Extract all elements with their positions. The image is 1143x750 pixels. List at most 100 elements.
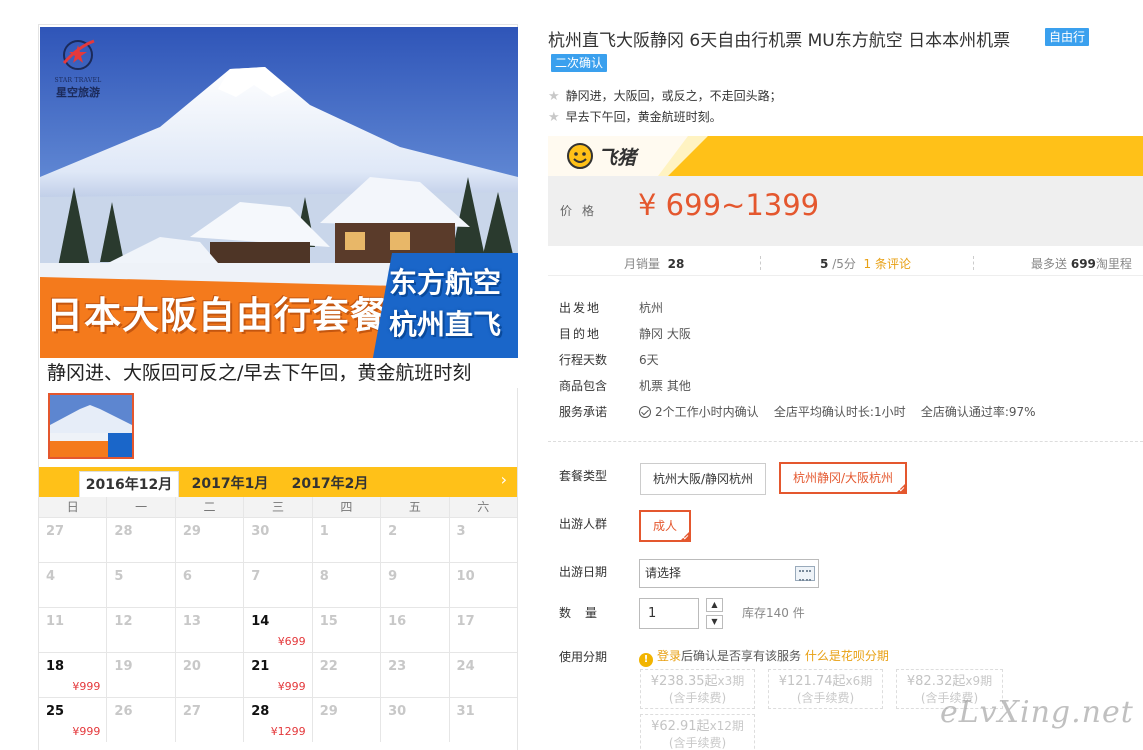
service-item: 2个工作小时内确认 <box>655 405 759 419</box>
info-value: 6天 <box>639 353 659 367</box>
installment-plan-6[interactable]: ¥121.74起x6期 (含手续费) <box>768 669 883 709</box>
calendar-day-number: 23 <box>388 659 407 674</box>
calendar-day-available[interactable]: 14 ¥699 <box>244 608 313 652</box>
calendar-week-row: 18 ¥999 19 20 21 ¥999 22 23 24 <box>39 652 517 697</box>
thumbnail-image[interactable] <box>48 393 134 459</box>
brand-name-en: STAR TRAVEL <box>54 77 102 84</box>
check-circle-icon <box>639 406 651 418</box>
platform-name: 飞猪 <box>598 146 637 169</box>
calendar-month-tabs: 2016年12月 2017年1月 2017年2月 › <box>39 467 517 497</box>
calendar-day-number: 26 <box>114 704 133 719</box>
decrement-down-icon[interactable]: ▼ <box>706 615 723 629</box>
calendar-day-available[interactable]: 28 ¥1299 <box>244 698 313 742</box>
brand-logo-block: STAR TRAVEL 星空旅游 <box>48 35 108 100</box>
calendar-day-number: 11 <box>46 614 65 629</box>
calendar-day-price: ¥699 <box>277 635 306 648</box>
calendar-day-available[interactable]: 18 ¥999 <box>39 653 108 697</box>
calendar-day: 27 <box>176 698 245 742</box>
travel-date-label: 出游日期 <box>559 565 608 579</box>
banner-side-block: 东方航空 杭州直飞 <box>372 253 518 363</box>
calendar-day-available[interactable]: 21 ¥999 <box>244 653 313 697</box>
calendar-day-number: 8 <box>319 569 329 584</box>
main-product-image[interactable]: STAR TRAVEL 星空旅游 日本大阪自由行套餐 东方航空 杭州直飞 <box>40 27 518 363</box>
calendar-day: 22 <box>313 653 382 697</box>
product-gallery-panel: STAR TRAVEL 星空旅游 日本大阪自由行套餐 东方航空 杭州直飞 静冈进… <box>38 24 518 750</box>
date-placeholder: 请选择 <box>645 566 682 580</box>
calendar-day: 26 <box>107 698 176 742</box>
weekday-label: 三 <box>244 497 313 517</box>
calendar-day: 12 <box>107 608 176 652</box>
package-option-1[interactable]: 杭州大阪/静冈杭州 <box>640 463 767 495</box>
banner-side-text-1: 东方航空 <box>388 266 501 299</box>
traveler-option-adult[interactable]: 成人 <box>639 510 692 542</box>
calendar-day-number: 4 <box>46 569 56 584</box>
calendar-day-number: 2 <box>388 524 398 539</box>
increment-up-icon[interactable]: ▲ <box>706 598 723 612</box>
calendar-day: 2 <box>381 518 450 562</box>
calendar-day-number: 9 <box>388 569 398 584</box>
calendar-day-number: 24 <box>456 659 475 674</box>
plan-amount: ¥82.32起 <box>906 674 966 689</box>
price-label: 价格 <box>560 204 605 218</box>
calendar-day-number: 17 <box>456 614 475 629</box>
chevron-right-icon[interactable]: › <box>501 470 507 490</box>
weekday-label: 六 <box>477 500 490 514</box>
calendar-day: 10 <box>450 563 517 607</box>
traveler-group-label: 出游人群 <box>559 517 608 531</box>
calendar-day: 16 <box>381 608 450 652</box>
price-box: 飞猪 价格 ¥ 699~1399 <box>548 136 1143 246</box>
calendar-day: 27 <box>39 518 108 562</box>
calendar-day: 15 <box>313 608 382 652</box>
calendar-day-number: 15 <box>319 614 338 629</box>
calendar-day: 29 <box>176 518 245 562</box>
calendar-day-number: 31 <box>456 704 475 719</box>
stats-divider <box>760 256 761 270</box>
calendar-day: 30 <box>244 518 313 562</box>
calendar-day: 13 <box>176 608 245 652</box>
star-travel-logo-icon <box>62 39 95 70</box>
weekday-label: 二 <box>176 497 245 517</box>
travel-date-input[interactable]: 请选择 <box>639 559 819 588</box>
monthly-sales-value: 28 <box>667 257 685 271</box>
calendar-week-row: 27 28 29 30 1 2 3 <box>39 517 517 562</box>
calendar-day: 31 <box>450 698 517 742</box>
calendar-day: 7 <box>244 563 313 607</box>
plan-amount: ¥121.74起 <box>778 674 846 689</box>
monthly-sales: 月销量 28 <box>624 255 684 272</box>
calendar-day: 20 <box>176 653 245 697</box>
calendar-day-number: 27 <box>46 524 65 539</box>
plan-periods: x12期 <box>709 719 744 733</box>
package-option-2-selected[interactable]: 杭州静冈/大阪杭州 <box>779 462 908 494</box>
installment-plan-12[interactable]: ¥62.91起x12期 (含手续费) <box>640 714 755 750</box>
info-value: 杭州 <box>639 301 664 315</box>
installment-plan-3[interactable]: ¥238.35起x3期 (含手续费) <box>640 669 755 709</box>
calendar-day-number: 13 <box>182 614 201 629</box>
calendar-day-number: 29 <box>319 704 338 719</box>
mileage-prefix: 最多送 <box>1031 257 1068 271</box>
tab-month-2[interactable]: 2017年1月 <box>184 471 276 497</box>
calendar-day-number: 16 <box>388 614 407 629</box>
info-value: 2个工作小时内确认 全店平均确认时长:1小时 全店确认通过率:97% <box>639 402 1036 422</box>
sales-stats-bar: 月销量 28 5 /5分 1 条评论 最多送 699淘里程 <box>548 250 1143 276</box>
login-link[interactable]: 登录 <box>657 649 681 663</box>
calendar-day: 6 <box>176 563 245 607</box>
calendar-day-number: 6 <box>182 569 192 584</box>
calendar-day-number: 10 <box>456 569 475 584</box>
tab-month-3[interactable]: 2017年2月 <box>284 471 376 497</box>
huabei-help-link[interactable]: 什么是花呗分期 <box>805 649 889 663</box>
calendar-day-price: ¥999 <box>277 680 306 693</box>
calendar-day: 8 <box>313 563 382 607</box>
reviews-link[interactable]: 1 条评论 <box>864 257 911 271</box>
calendar-day-number: 21 <box>251 659 270 674</box>
calendar-icon[interactable] <box>795 566 815 581</box>
tab-month-1[interactable]: 2016年12月 <box>79 471 179 497</box>
quantity-input[interactable]: 1 <box>639 598 699 629</box>
mileage-suffix: 淘里程 <box>1095 257 1132 271</box>
calendar-day-available[interactable]: 25 ¥999 <box>39 698 108 742</box>
calendar-day: 19 <box>107 653 176 697</box>
calendar-day-number: 27 <box>182 704 201 719</box>
calendar-day-number: 14 <box>251 614 270 629</box>
calendar-grid: 27 28 29 30 1 2 3 4 5 6 7 8 9 10 11 12 13 14 ¥699 15 16 17 18 ¥… <box>39 517 517 742</box>
price-value: ¥ 699~1399 <box>638 188 820 222</box>
stock-count: 库存140 件 <box>742 606 805 620</box>
